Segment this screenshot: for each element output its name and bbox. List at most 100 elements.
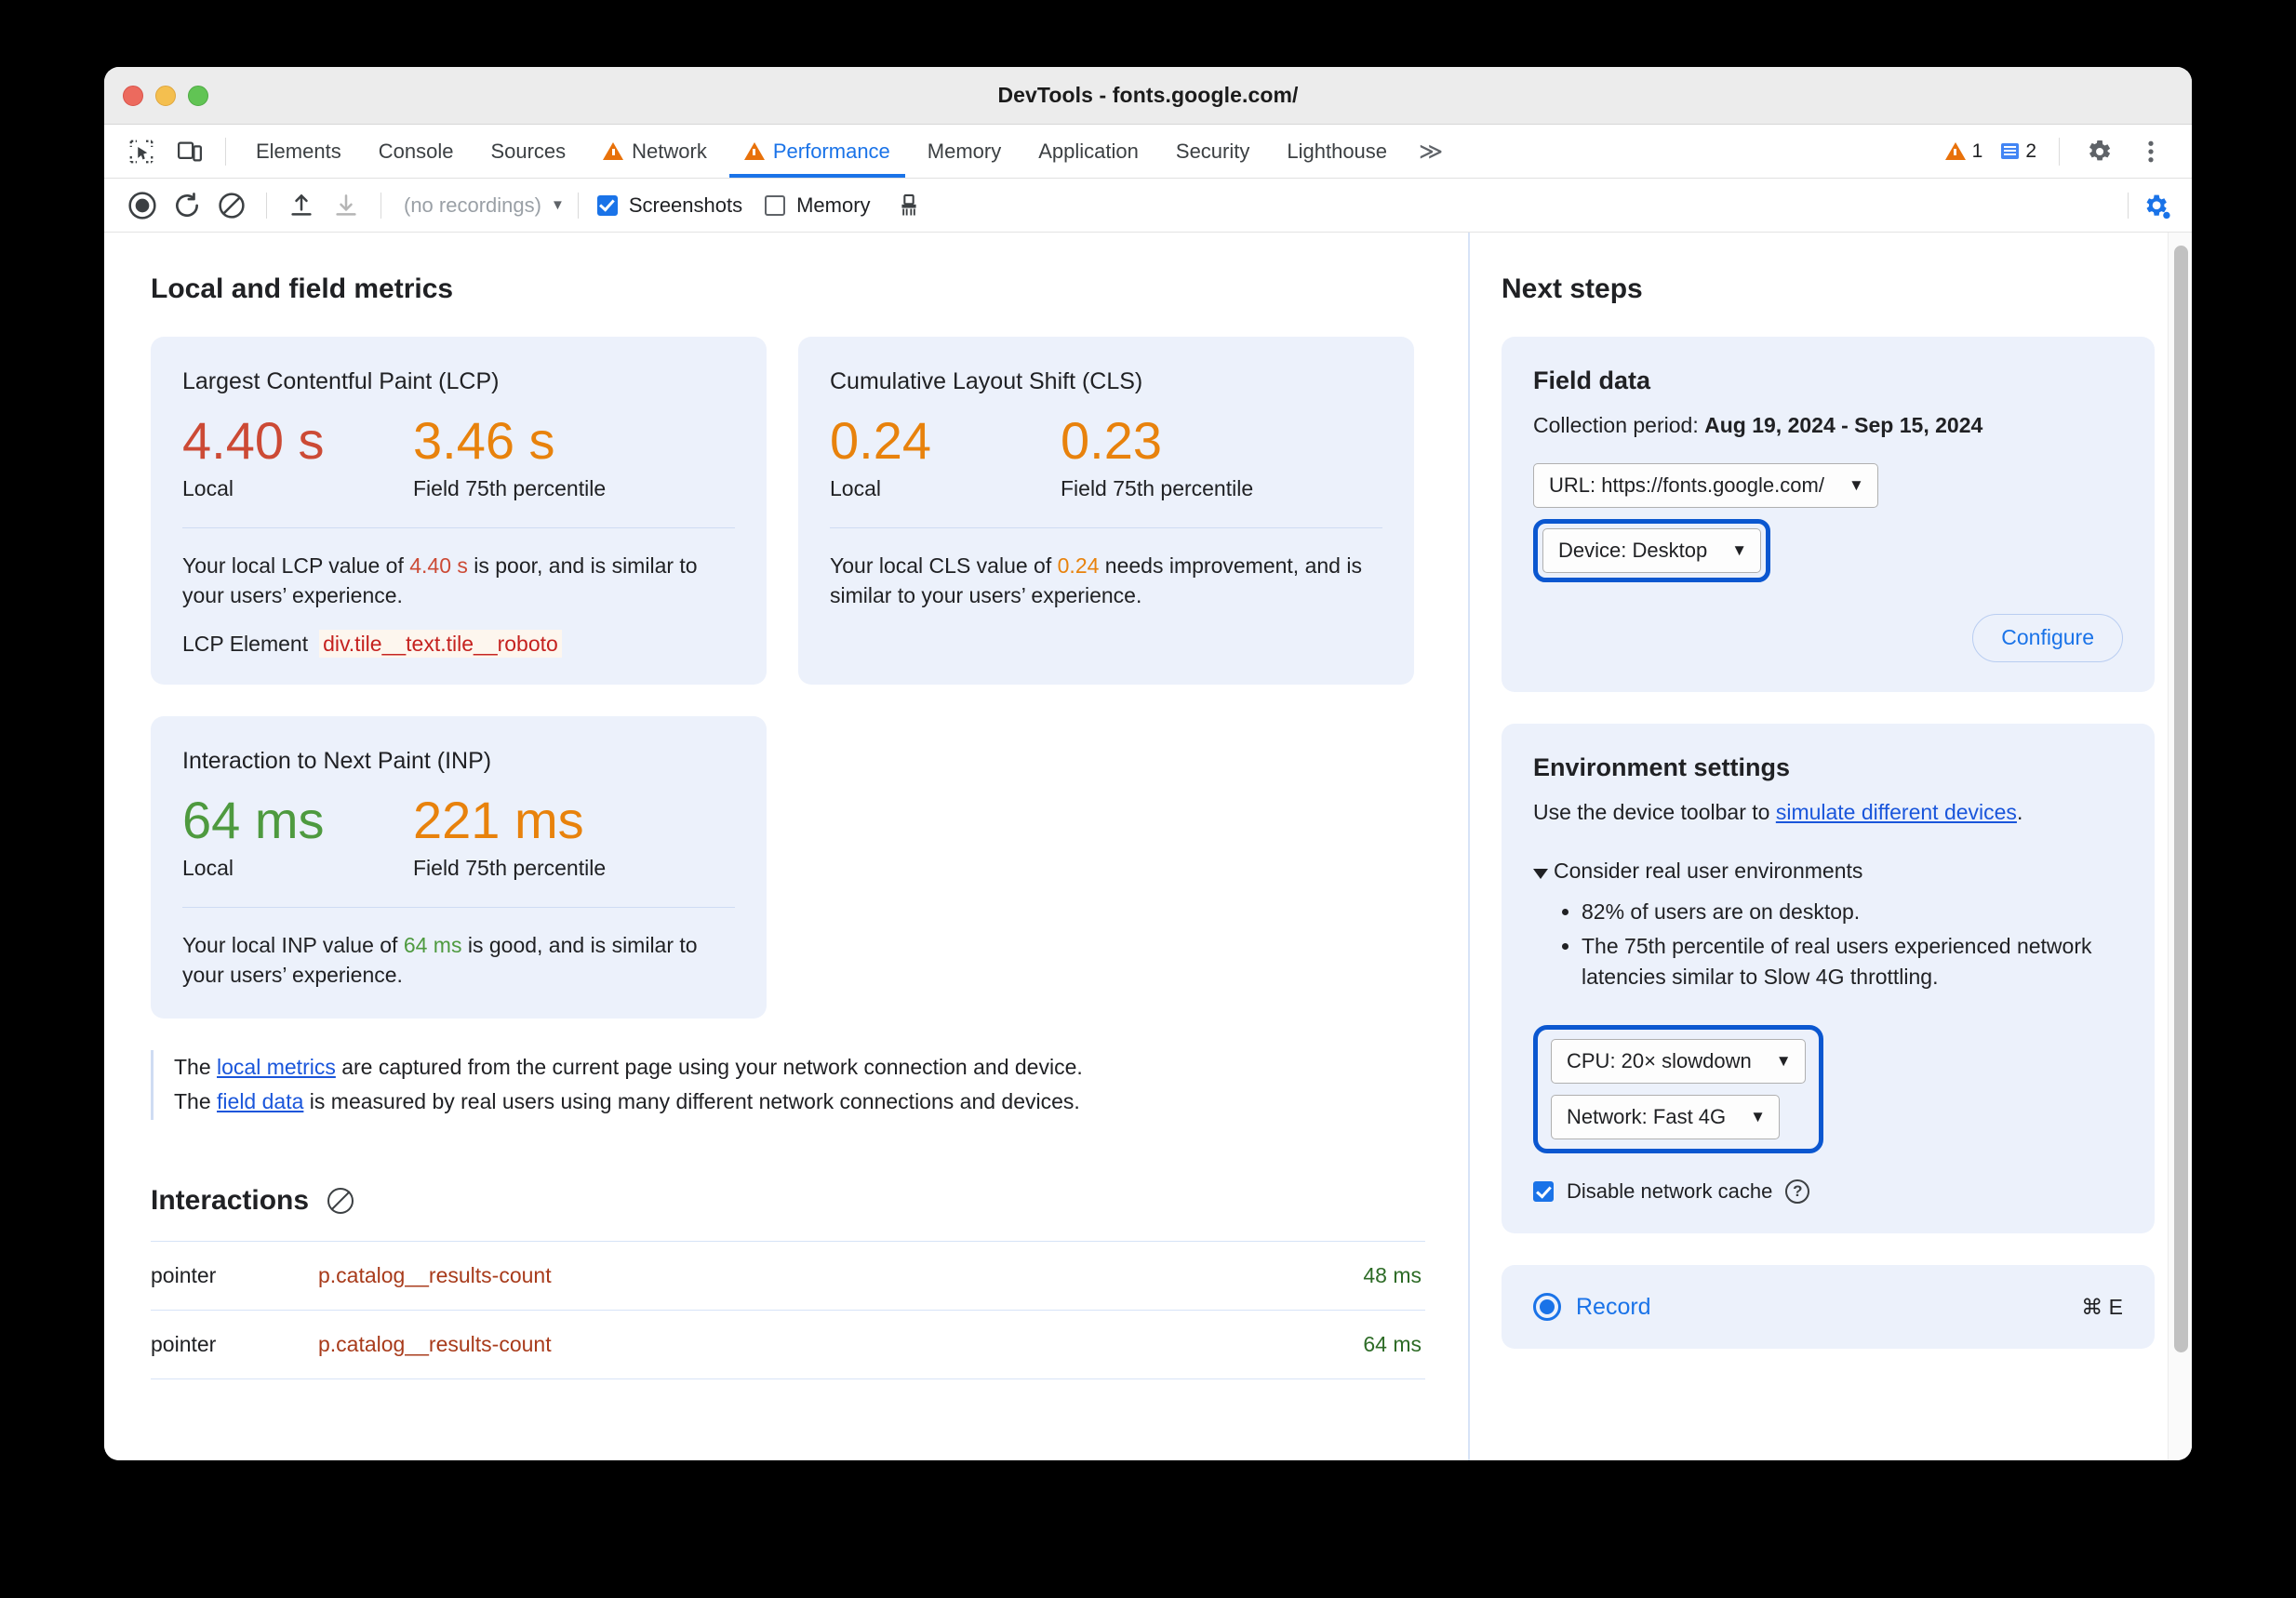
message-counter[interactable]: 2 bbox=[1994, 140, 2044, 163]
reload-and-record-icon[interactable] bbox=[166, 184, 208, 227]
tab-label: Console bbox=[378, 139, 454, 163]
clear-recording-icon[interactable] bbox=[210, 184, 253, 227]
warning-counter[interactable]: 1 bbox=[1938, 140, 1991, 163]
record-card[interactable]: Record ⌘ E bbox=[1502, 1265, 2155, 1350]
desc-highlight: 4.40 s bbox=[409, 553, 468, 578]
memory-checkbox[interactable] bbox=[765, 194, 786, 216]
metric-local-value: 64 ms bbox=[182, 791, 325, 850]
device-select[interactable]: Device: Desktop ▼ bbox=[1542, 527, 1762, 573]
save-profile-icon[interactable] bbox=[325, 184, 367, 227]
more-options-kebab-icon[interactable] bbox=[2130, 131, 2171, 172]
tab-lighthouse[interactable]: Lighthouse bbox=[1268, 125, 1406, 178]
url-select[interactable]: URL: https://fonts.google.com/ ▼ bbox=[1533, 462, 1878, 508]
metric-field: 0.23 Field 75th percentile bbox=[1061, 411, 1253, 501]
right-panel-scrollbar[interactable] bbox=[2168, 233, 2192, 1460]
local-metrics-link[interactable]: local metrics bbox=[217, 1055, 336, 1079]
help-icon[interactable]: ? bbox=[1785, 1179, 1810, 1205]
page-title: Local and field metrics bbox=[151, 273, 454, 304]
disable-network-cache-checkbox[interactable] bbox=[1533, 1181, 1554, 1203]
record-button[interactable]: Record bbox=[1533, 1293, 1651, 1322]
network-throttling-select[interactable]: Network: Fast 4G ▼ bbox=[1551, 1095, 1780, 1140]
cpu-throttling-select[interactable]: CPU: 20× slowdown ▼ bbox=[1551, 1039, 1806, 1085]
capture-settings-gear-icon[interactable] bbox=[2140, 190, 2171, 221]
tab-label: Application bbox=[1038, 139, 1139, 163]
table-row[interactable]: pointer p.catalog__results-count 64 ms bbox=[151, 1309, 1425, 1378]
lcp-element-value[interactable]: div.tile__text.tile__roboto bbox=[319, 630, 562, 659]
devtools-tabstrip: Elements Console Sources Network Perform… bbox=[104, 125, 2192, 179]
divider bbox=[182, 526, 735, 528]
window-titlebar: DevTools - fonts.google.com/ bbox=[104, 67, 2192, 125]
table-bottom-border bbox=[151, 1378, 1425, 1379]
table-row[interactable]: pointer p.catalog__results-count 48 ms bbox=[151, 1240, 1425, 1310]
interaction-selector[interactable]: p.catalog__results-count bbox=[318, 1332, 1363, 1357]
desc-pre: Your local CLS value of bbox=[830, 553, 1058, 578]
warning-triangle-icon bbox=[603, 142, 624, 160]
chevron-down-icon: ▼ bbox=[1750, 1108, 1766, 1126]
desc-pre: Your local INP value of bbox=[182, 932, 404, 957]
network-throttling-value: Network: Fast 4G bbox=[1567, 1105, 1727, 1129]
tab-elements[interactable]: Elements bbox=[237, 125, 360, 178]
metric-local-value: 4.40 s bbox=[182, 411, 325, 470]
tab-security[interactable]: Security bbox=[1157, 125, 1268, 178]
note-pre: The bbox=[174, 1089, 218, 1114]
disable-cache-row[interactable]: Disable network cache ? bbox=[1533, 1179, 2123, 1205]
disable-network-cache-label: Disable network cache bbox=[1567, 1179, 1773, 1204]
tab-memory[interactable]: Memory bbox=[909, 125, 1020, 178]
clear-interactions-icon[interactable] bbox=[327, 1187, 354, 1214]
metric-values: 4.40 s Local 3.46 s Field 75th percentil… bbox=[182, 411, 735, 501]
environment-bullets: 82% of users are on desktop. The 75th pe… bbox=[1561, 897, 2123, 992]
tab-label: Network bbox=[632, 139, 707, 163]
collection-period: Collection period: Aug 19, 2024 - Sep 15… bbox=[1533, 410, 2123, 441]
status-divider bbox=[2059, 137, 2060, 166]
performance-insights-body: Local and field metrics Largest Contentf… bbox=[104, 233, 2192, 1460]
metric-card-inp: Interaction to Next Paint (INP) 64 ms Lo… bbox=[151, 716, 767, 1019]
recordings-label: (no recordings) bbox=[404, 193, 541, 217]
memory-label: Memory bbox=[796, 193, 871, 217]
note-pre: The bbox=[174, 1055, 218, 1080]
field-data-link[interactable]: field data bbox=[217, 1089, 303, 1113]
warning-count: 1 bbox=[1971, 140, 1983, 162]
load-profile-icon[interactable] bbox=[280, 184, 323, 227]
tab-label: Elements bbox=[256, 139, 341, 163]
inspect-element-icon[interactable] bbox=[121, 131, 162, 172]
metric-card-cls: Cumulative Layout Shift (CLS) 0.24 Local… bbox=[798, 337, 1414, 686]
tab-sources[interactable]: Sources bbox=[472, 125, 584, 178]
interaction-selector[interactable]: p.catalog__results-count bbox=[318, 1263, 1363, 1288]
tab-label: Performance bbox=[772, 139, 890, 163]
memory-toggle[interactable]: Memory bbox=[765, 193, 871, 218]
metric-description: Your local CLS value of 0.24 needs impro… bbox=[830, 551, 1382, 611]
tab-label: Lighthouse bbox=[1287, 139, 1388, 163]
screenshots-checkbox[interactable] bbox=[596, 194, 618, 216]
note-line-1: The local metrics are captured from the … bbox=[174, 1050, 1468, 1085]
divider bbox=[830, 526, 1382, 528]
recordings-dropdown[interactable]: (no recordings) ▼ bbox=[404, 193, 565, 218]
consider-environments-disclosure[interactable]: Consider real user environments bbox=[1533, 859, 2123, 884]
env-desc-pre: Use the device toolbar to bbox=[1533, 799, 1776, 824]
configure-button[interactable]: Configure bbox=[1972, 613, 2123, 662]
scrollbar-thumb[interactable] bbox=[2174, 246, 2188, 1352]
simulate-devices-link[interactable]: simulate different devices bbox=[1776, 800, 2017, 824]
more-tabs-icon[interactable]: ≫ bbox=[1406, 138, 1456, 166]
desc-pre: Your local LCP value of bbox=[182, 553, 410, 578]
collect-garbage-icon[interactable] bbox=[888, 184, 930, 227]
metric-title: Interaction to Next Paint (INP) bbox=[182, 748, 492, 775]
screenshots-toggle[interactable]: Screenshots bbox=[596, 193, 742, 218]
tab-label: Memory bbox=[927, 139, 1002, 163]
tab-network[interactable]: Network bbox=[584, 125, 726, 178]
record-label: Record bbox=[1576, 1293, 1651, 1320]
device-select-value: Device: Desktop bbox=[1558, 538, 1708, 562]
metric-local-caption: Local bbox=[182, 475, 234, 500]
interaction-duration: 48 ms bbox=[1363, 1262, 1422, 1287]
toolbar-divider bbox=[577, 192, 579, 219]
toolbar-divider bbox=[380, 192, 381, 219]
record-button-icon[interactable] bbox=[121, 184, 164, 227]
lcp-element-row: LCP Element div.tile__text.tile__roboto bbox=[182, 630, 735, 659]
chevron-down-icon: ▼ bbox=[1848, 475, 1864, 494]
left-panel: Local and field metrics Largest Contentf… bbox=[104, 233, 1468, 1460]
list-item: The 75th percentile of real users experi… bbox=[1582, 931, 2123, 992]
tab-performance[interactable]: Performance bbox=[726, 125, 909, 178]
tab-application[interactable]: Application bbox=[1020, 125, 1157, 178]
tab-console[interactable]: Console bbox=[360, 125, 473, 178]
device-toolbar-icon[interactable] bbox=[169, 131, 210, 172]
settings-gear-icon[interactable] bbox=[2078, 131, 2119, 172]
